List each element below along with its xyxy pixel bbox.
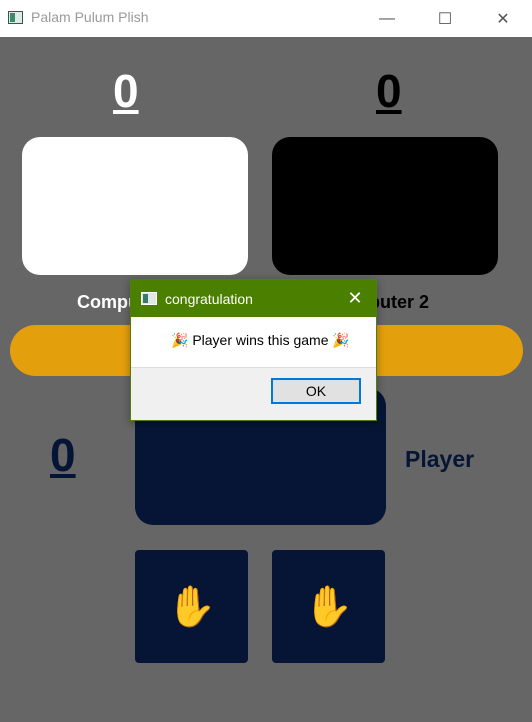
window-titlebar: Palam Pulum Plish — ☐ ✕ — [0, 0, 532, 37]
computer1-card — [22, 137, 248, 275]
dialog-titlebar: congratulation ✕ — [131, 280, 376, 317]
window-title: Palam Pulum Plish — [31, 9, 149, 25]
player-label: Player — [405, 446, 475, 472]
right-hand-button[interactable]: ✋ — [272, 550, 385, 663]
raised-hand-icon: ✋ — [303, 584, 354, 629]
maximize-button[interactable]: ☐ — [416, 0, 474, 37]
raised-hand-icon: ✋ — [166, 584, 217, 629]
player-score: 0 — [50, 429, 76, 481]
congratulation-dialog: congratulation ✕ 🎉 Player wins this game… — [130, 279, 377, 421]
close-icon: ✕ — [347, 288, 363, 308]
app-icon — [8, 11, 23, 24]
ok-button[interactable]: OK — [271, 378, 361, 404]
computer1-score: 0 — [113, 65, 139, 117]
computer2-score: 0 — [376, 65, 402, 117]
dialog-body: 🎉 Player wins this game 🎉 — [131, 317, 376, 368]
close-icon: ✕ — [496, 10, 510, 28]
dialog-close-button[interactable]: ✕ — [334, 280, 376, 317]
computer2-card — [272, 137, 498, 275]
minimize-icon: — — [379, 9, 395, 27]
minimize-button[interactable]: — — [358, 0, 416, 37]
left-hand-button[interactable]: ✋ — [135, 550, 248, 663]
maximize-icon: ☐ — [437, 10, 453, 28]
dialog-app-icon — [141, 292, 157, 305]
dialog-message: 🎉 Player wins this game 🎉 — [171, 332, 350, 348]
dialog-title: congratulation — [165, 291, 253, 307]
close-button[interactable]: ✕ — [474, 0, 532, 37]
